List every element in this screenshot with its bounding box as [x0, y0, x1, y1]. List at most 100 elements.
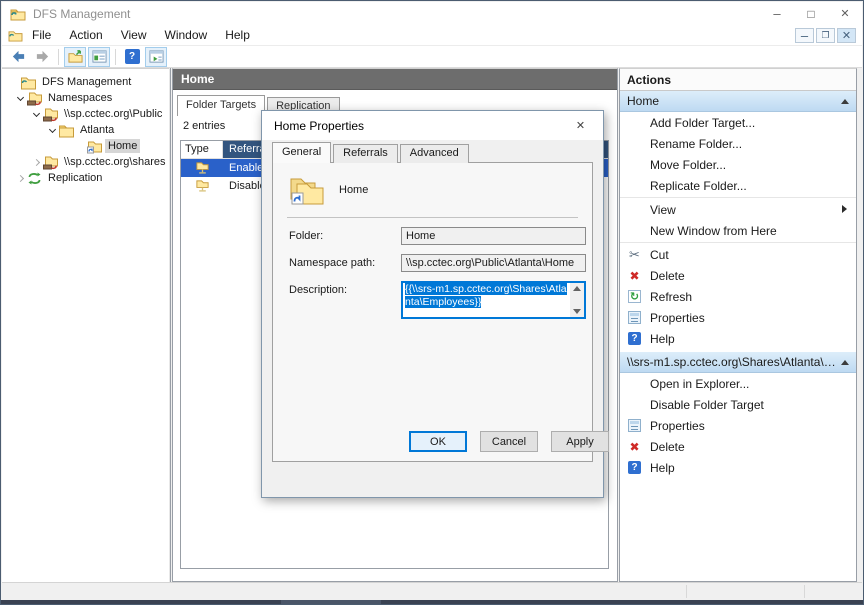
- action-delete-target[interactable]: Delete: [620, 436, 856, 457]
- toolbar-separator: [115, 49, 116, 65]
- submenu-arrow-icon: [842, 205, 847, 213]
- action-refresh[interactable]: Refresh: [620, 286, 856, 307]
- tree-item-replication[interactable]: Replication: [2, 170, 169, 186]
- chevron-expanded-icon[interactable]: [30, 108, 42, 120]
- action-move-folder[interactable]: Move Folder...: [620, 154, 856, 175]
- minimize-button[interactable]: [760, 2, 794, 25]
- delete-icon: [627, 268, 642, 283]
- help-icon[interactable]: [121, 47, 143, 67]
- cut-icon: [627, 247, 642, 262]
- close-button[interactable]: [828, 2, 862, 25]
- dialog-title: Home Properties: [274, 119, 364, 133]
- status-bar: [2, 582, 862, 600]
- action-label: Rename Folder...: [650, 137, 742, 151]
- maximize-button[interactable]: [794, 2, 828, 25]
- column-header-type[interactable]: Type: [181, 141, 223, 158]
- tree-item-label: \\sp.cctec.org\Public: [61, 107, 165, 121]
- mdi-minimize-button[interactable]: [795, 28, 814, 43]
- back-icon[interactable]: [7, 47, 29, 67]
- chevron-expanded-icon[interactable]: [46, 124, 58, 136]
- tree-item-atlanta[interactable]: Atlanta: [2, 122, 169, 138]
- tree-item-label: Namespaces: [45, 91, 115, 105]
- action-help[interactable]: Help: [620, 328, 856, 349]
- collapse-arrow-icon: [841, 99, 849, 104]
- action-replicate-folder[interactable]: Replicate Folder...: [620, 175, 856, 196]
- export-list-icon[interactable]: [64, 47, 86, 67]
- new-window-icon[interactable]: [145, 47, 167, 67]
- dialog-tab-referrals[interactable]: Referrals: [333, 144, 398, 163]
- actions-separator: [620, 197, 856, 198]
- status-separator: [686, 585, 687, 598]
- mdi-close-button[interactable]: [837, 28, 856, 43]
- action-properties[interactable]: Properties: [620, 307, 856, 328]
- tree-item-namespace-public[interactable]: \\sp.cctec.org\Public: [2, 106, 169, 122]
- action-label: View: [650, 203, 676, 217]
- tree-item-label: DFS Management: [39, 75, 134, 89]
- action-label: New Window from Here: [650, 224, 777, 238]
- action-properties-target[interactable]: Properties: [620, 415, 856, 436]
- folder-target-icon: [195, 179, 210, 194]
- dialog-folder-name: Home: [339, 184, 368, 196]
- taskbar-icons-hint: [281, 600, 381, 604]
- description-label: Description:: [289, 281, 401, 319]
- folder-icon: [58, 123, 75, 138]
- refresh-icon: [627, 289, 642, 304]
- tree-item-home[interactable]: Home: [2, 138, 169, 154]
- action-help-target[interactable]: Help: [620, 457, 856, 478]
- cancel-button[interactable]: Cancel: [480, 431, 538, 452]
- tree-item-namespace-shares[interactable]: \\sp.cctec.org\shares: [2, 154, 169, 170]
- tree-item-dfs-management[interactable]: DFS Management: [2, 74, 169, 90]
- ok-button[interactable]: OK: [409, 431, 467, 452]
- namespaces-icon: [26, 91, 43, 106]
- namespace-path-label: Namespace path:: [289, 254, 401, 272]
- show-console-tree-icon[interactable]: [88, 47, 110, 67]
- description-textarea[interactable]: {{\\srs-m1.sp.cctec.org\Shares\Atlanta\E…: [401, 281, 586, 319]
- action-delete[interactable]: Delete: [620, 265, 856, 286]
- description-scrollbar[interactable]: [570, 283, 584, 317]
- tab-folder-targets[interactable]: Folder Targets: [177, 95, 265, 116]
- action-cut[interactable]: Cut: [620, 244, 856, 265]
- menu-window[interactable]: Window: [156, 25, 217, 45]
- action-label: Cut: [650, 248, 669, 262]
- dialog-general-page: Home Folder: Home Namespace path: \\sp.c…: [272, 162, 593, 462]
- action-rename-folder[interactable]: Rename Folder...: [620, 133, 856, 154]
- action-label: Properties: [650, 419, 705, 433]
- actions-section-home[interactable]: Home: [620, 91, 856, 112]
- action-disable-folder-target[interactable]: Disable Folder Target: [620, 394, 856, 415]
- window-title: DFS Management: [33, 7, 130, 21]
- action-add-folder-target[interactable]: Add Folder Target...: [620, 112, 856, 133]
- scroll-down-icon[interactable]: [573, 309, 581, 314]
- mdi-restore-button[interactable]: [816, 28, 835, 43]
- dfs-app-icon: [10, 6, 26, 22]
- delete-icon: [627, 439, 642, 454]
- result-pane-header: Home: [173, 69, 617, 90]
- forward-icon[interactable]: [31, 47, 53, 67]
- chevron-collapsed-icon[interactable]: [30, 156, 42, 168]
- tree-item-namespaces[interactable]: Namespaces: [2, 90, 169, 106]
- apply-button[interactable]: Apply: [551, 431, 609, 452]
- status-separator: [804, 585, 805, 598]
- action-new-window-from-here[interactable]: New Window from Here: [620, 220, 856, 241]
- action-label: Delete: [650, 269, 685, 283]
- action-view[interactable]: View: [620, 199, 856, 220]
- action-label: Open in Explorer...: [650, 377, 749, 391]
- menu-file[interactable]: File: [23, 25, 60, 45]
- chevron-expanded-icon[interactable]: [14, 92, 26, 104]
- dialog-title-bar: Home Properties: [262, 111, 603, 140]
- panel-splitter[interactable]: [169, 68, 171, 582]
- scroll-up-icon[interactable]: [573, 286, 581, 291]
- folder-target-icon: [195, 161, 210, 176]
- menu-action[interactable]: Action: [60, 25, 111, 45]
- menu-bar: File Action View Window Help: [2, 25, 862, 46]
- action-open-in-explorer[interactable]: Open in Explorer...: [620, 373, 856, 394]
- chevron-collapsed-icon[interactable]: [14, 172, 26, 184]
- menu-view[interactable]: View: [112, 25, 156, 45]
- dialog-tabs: General Referrals Advanced: [272, 144, 603, 163]
- dialog-tab-advanced[interactable]: Advanced: [400, 144, 469, 163]
- actions-section-folder-target[interactable]: \\srs-m1.sp.cctec.org\Shares\Atlanta\Emp…: [620, 352, 856, 373]
- menu-help[interactable]: Help: [216, 25, 259, 45]
- action-label: Replicate Folder...: [650, 179, 747, 193]
- dialog-close-icon[interactable]: [558, 111, 603, 140]
- help-icon: [627, 460, 642, 475]
- dialog-tab-general[interactable]: General: [272, 142, 331, 163]
